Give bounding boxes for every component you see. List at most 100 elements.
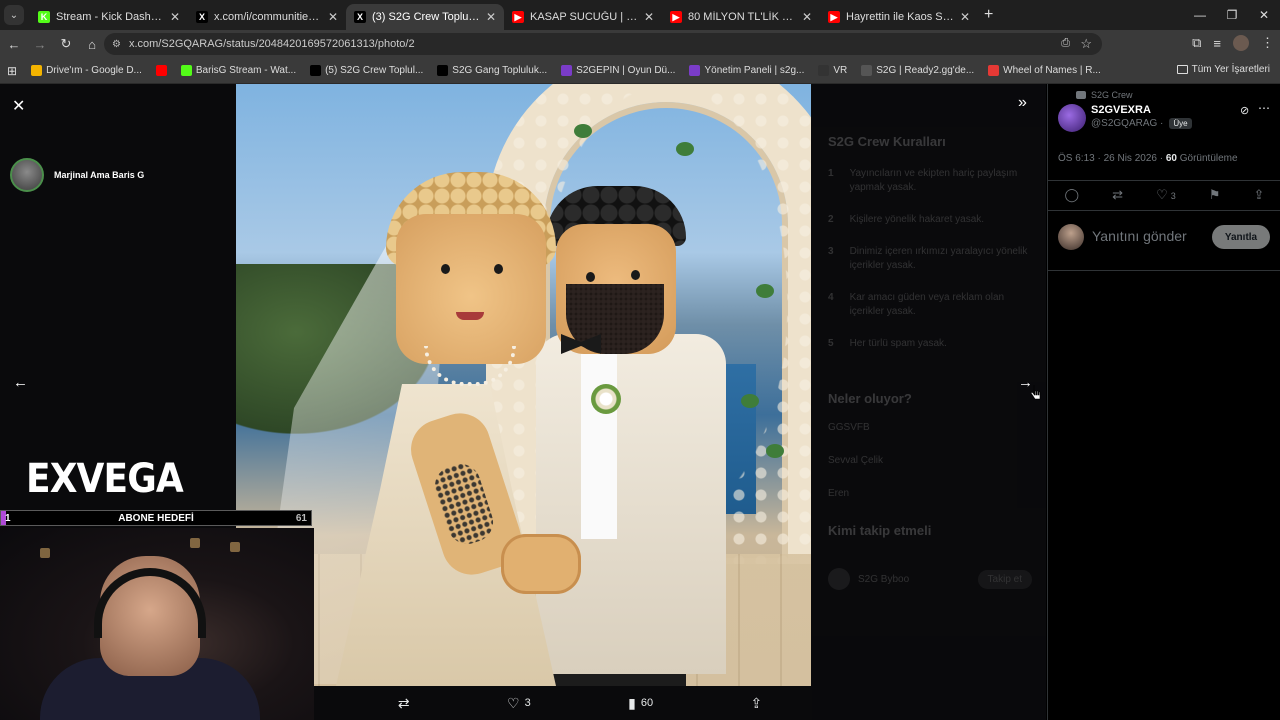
tab-close-icon[interactable]: ✕ bbox=[486, 10, 496, 24]
bookmark-2[interactable] bbox=[149, 65, 174, 76]
share-icon: ⇪ bbox=[750, 694, 763, 711]
background-light bbox=[190, 538, 200, 548]
tab-3[interactable]: X (3) S2G Crew Topluluk / X ✕ bbox=[346, 4, 504, 30]
trends-title: Neler oluyor? bbox=[828, 391, 912, 406]
bookmark-star-icon[interactable]: ☆ bbox=[1080, 36, 1092, 52]
divider bbox=[1048, 210, 1280, 211]
retweet-icon: ⇄ bbox=[397, 694, 410, 711]
all-bookmarks-button[interactable]: Tüm Yer İşaretleri bbox=[1176, 64, 1270, 75]
tab-close-icon[interactable]: ✕ bbox=[960, 10, 970, 24]
github-icon bbox=[818, 65, 830, 76]
extensions-icon[interactable]: ⧉ bbox=[1192, 35, 1201, 51]
bookmark-label: S2GEPIN | Oyun Dü... bbox=[576, 65, 676, 76]
background-light bbox=[40, 548, 50, 558]
groom-eye bbox=[586, 272, 595, 282]
profile-avatar[interactable] bbox=[1233, 35, 1249, 51]
folder-icon bbox=[1176, 65, 1188, 74]
bookmark-3[interactable]: BarisG Stream - Wat... bbox=[174, 65, 303, 76]
bookmark-10[interactable]: Wheel of Names | R... bbox=[981, 65, 1108, 76]
grok-icon[interactable]: ⊘ bbox=[1240, 104, 1249, 117]
home-icon[interactable]: ⌂ bbox=[80, 37, 104, 52]
background-light bbox=[230, 542, 240, 552]
x-icon bbox=[310, 65, 322, 76]
bookmark-4[interactable]: (5) S2G Crew Toplul... bbox=[303, 65, 430, 76]
tab-close-icon[interactable]: ✕ bbox=[328, 10, 338, 24]
author-name[interactable]: S2GVEXRA bbox=[1091, 104, 1151, 116]
back-icon[interactable]: ← bbox=[2, 37, 26, 52]
bookmark-9[interactable]: S2G | Ready2.gg'de... bbox=[854, 65, 981, 76]
url-field[interactable]: ⚙ x.com/S2GQARAG/status/2048420169572061… bbox=[104, 33, 1102, 55]
tab-1[interactable]: K Stream - Kick Dashboard ✕ bbox=[30, 4, 188, 30]
reply-submit-button[interactable]: Yanıtla bbox=[1212, 225, 1270, 249]
webcam-feed bbox=[0, 528, 314, 720]
rule-text: Kar amacı güden veya reklam olan içerikl… bbox=[849, 292, 1005, 317]
tab-title: (3) S2G Crew Topluluk / X bbox=[372, 11, 480, 23]
close-window-icon[interactable]: ✕ bbox=[1248, 0, 1280, 30]
apps-icon[interactable]: ⊞ bbox=[0, 64, 24, 78]
tab-search-icon[interactable]: ⌄ bbox=[4, 5, 24, 25]
rule-number: 5 bbox=[828, 338, 834, 349]
post-sidebar: S2G Crew S2GVEXRA @S2GQARAG · Üye ⊘ ⋯ ÖS… bbox=[1047, 84, 1280, 720]
youtube-icon bbox=[155, 65, 167, 76]
tab-close-icon[interactable]: ✕ bbox=[644, 10, 654, 24]
like-button[interactable]: ♡ 3 bbox=[507, 695, 531, 712]
follow-title: Kimi takip etmeli bbox=[828, 523, 932, 538]
bookmark-icon[interactable]: ⚑ bbox=[1209, 187, 1221, 203]
forward-icon[interactable]: → bbox=[28, 37, 52, 52]
tab-title: 80 MİLYON TL'LİK YAYINCI EVİN bbox=[688, 11, 796, 23]
restore-icon[interactable]: ❐ bbox=[1216, 0, 1248, 30]
bookmark-label: VR bbox=[833, 65, 848, 76]
reply-icon[interactable]: ◯ bbox=[1065, 187, 1080, 203]
bookmark-label: Yönetim Paneli | s2g... bbox=[704, 65, 805, 76]
community-icon bbox=[1076, 91, 1086, 99]
bookmark-7[interactable]: Yönetim Paneli | s2g... bbox=[682, 65, 811, 76]
site-info-icon[interactable]: ⚙ bbox=[112, 39, 121, 50]
tab-close-icon[interactable]: ✕ bbox=[170, 10, 180, 24]
member-badge: Üye bbox=[1169, 118, 1192, 129]
tab-close-icon[interactable]: ✕ bbox=[802, 10, 812, 24]
analytics-icon: ▮ bbox=[628, 694, 636, 711]
bride-lips bbox=[456, 312, 484, 320]
trend-item: GGSVFB bbox=[828, 422, 870, 433]
bookmark-1[interactable]: Drive'ım - Google D... bbox=[24, 65, 149, 76]
minimize-icon[interactable]: — bbox=[1184, 0, 1216, 30]
close-icon[interactable]: ✕ bbox=[12, 96, 25, 116]
more-options-icon[interactable]: ⋯ bbox=[1258, 101, 1270, 115]
url-text: x.com/S2GQARAG/status/204842016957206131… bbox=[128, 38, 415, 50]
new-tab-button[interactable]: + bbox=[984, 6, 993, 24]
share-icon[interactable]: ⇪ bbox=[1254, 187, 1265, 203]
author-handle: @S2GQARAG · Üye bbox=[1091, 118, 1192, 129]
community-label[interactable]: S2G Crew bbox=[1076, 90, 1133, 100]
tab-6[interactable]: ▶ Hayrettin ile Kaos Show - 2.Sez ✕ bbox=[820, 4, 978, 30]
kick-icon bbox=[180, 65, 192, 76]
like-button[interactable]: ♡ 3 bbox=[1156, 187, 1176, 203]
retweet-button[interactable]: ⇄ bbox=[398, 695, 410, 712]
view-count: 60 bbox=[1165, 153, 1177, 164]
reply-input[interactable]: Yanıtını gönder bbox=[1092, 228, 1187, 244]
retweet-icon[interactable]: ⇄ bbox=[1112, 187, 1123, 203]
address-bar: ← → ↻ ⌂ ⚙ x.com/S2GQARAG/status/20484201… bbox=[0, 30, 1280, 58]
media-controls-icon[interactable]: ≡ bbox=[1213, 36, 1221, 51]
bookmark-5[interactable]: S2G Gang Topluluk... bbox=[430, 65, 554, 76]
follow-suggestion: S2G Byboo Takip et bbox=[828, 568, 1032, 590]
tab-title: KASAP SUCUĞU | Madara Oldu bbox=[530, 11, 638, 23]
tab-4[interactable]: ▶ KASAP SUCUĞU | Madara Oldu ✕ bbox=[504, 4, 662, 30]
leaf bbox=[574, 124, 592, 138]
previous-photo-icon[interactable]: ← bbox=[13, 374, 28, 391]
post-photo[interactable] bbox=[236, 84, 811, 686]
collapse-sidebar-icon[interactable]: » bbox=[1018, 94, 1027, 112]
tab-5[interactable]: ▶ 80 MİLYON TL'LİK YAYINCI EVİN ✕ bbox=[662, 4, 820, 30]
views-button[interactable]: ▮ 60 bbox=[628, 695, 653, 712]
bookmark-6[interactable]: S2GEPIN | Oyun Dü... bbox=[554, 65, 682, 76]
tab-2[interactable]: Xx.com/i/communities/18353197 ✕ bbox=[188, 4, 346, 30]
bookmark-8[interactable]: VR bbox=[811, 65, 854, 76]
rule-item: 1 Yayıncıların ve ekipten hariç paylaşım … bbox=[828, 167, 1032, 195]
share-button[interactable]: ⇪ bbox=[751, 695, 763, 712]
joined-hands bbox=[501, 534, 581, 594]
install-app-icon[interactable]: ⎙ bbox=[1061, 37, 1070, 50]
author-avatar[interactable] bbox=[1058, 104, 1086, 132]
reload-icon[interactable]: ↻ bbox=[54, 36, 78, 52]
post-meta: ÖS 6:13 · 26 Nis 2026 · 60 Görüntüleme bbox=[1058, 153, 1238, 164]
browser-menu-icon[interactable]: ⋮ bbox=[1261, 35, 1274, 51]
bookmark-label: Wheel of Names | R... bbox=[1003, 65, 1101, 76]
